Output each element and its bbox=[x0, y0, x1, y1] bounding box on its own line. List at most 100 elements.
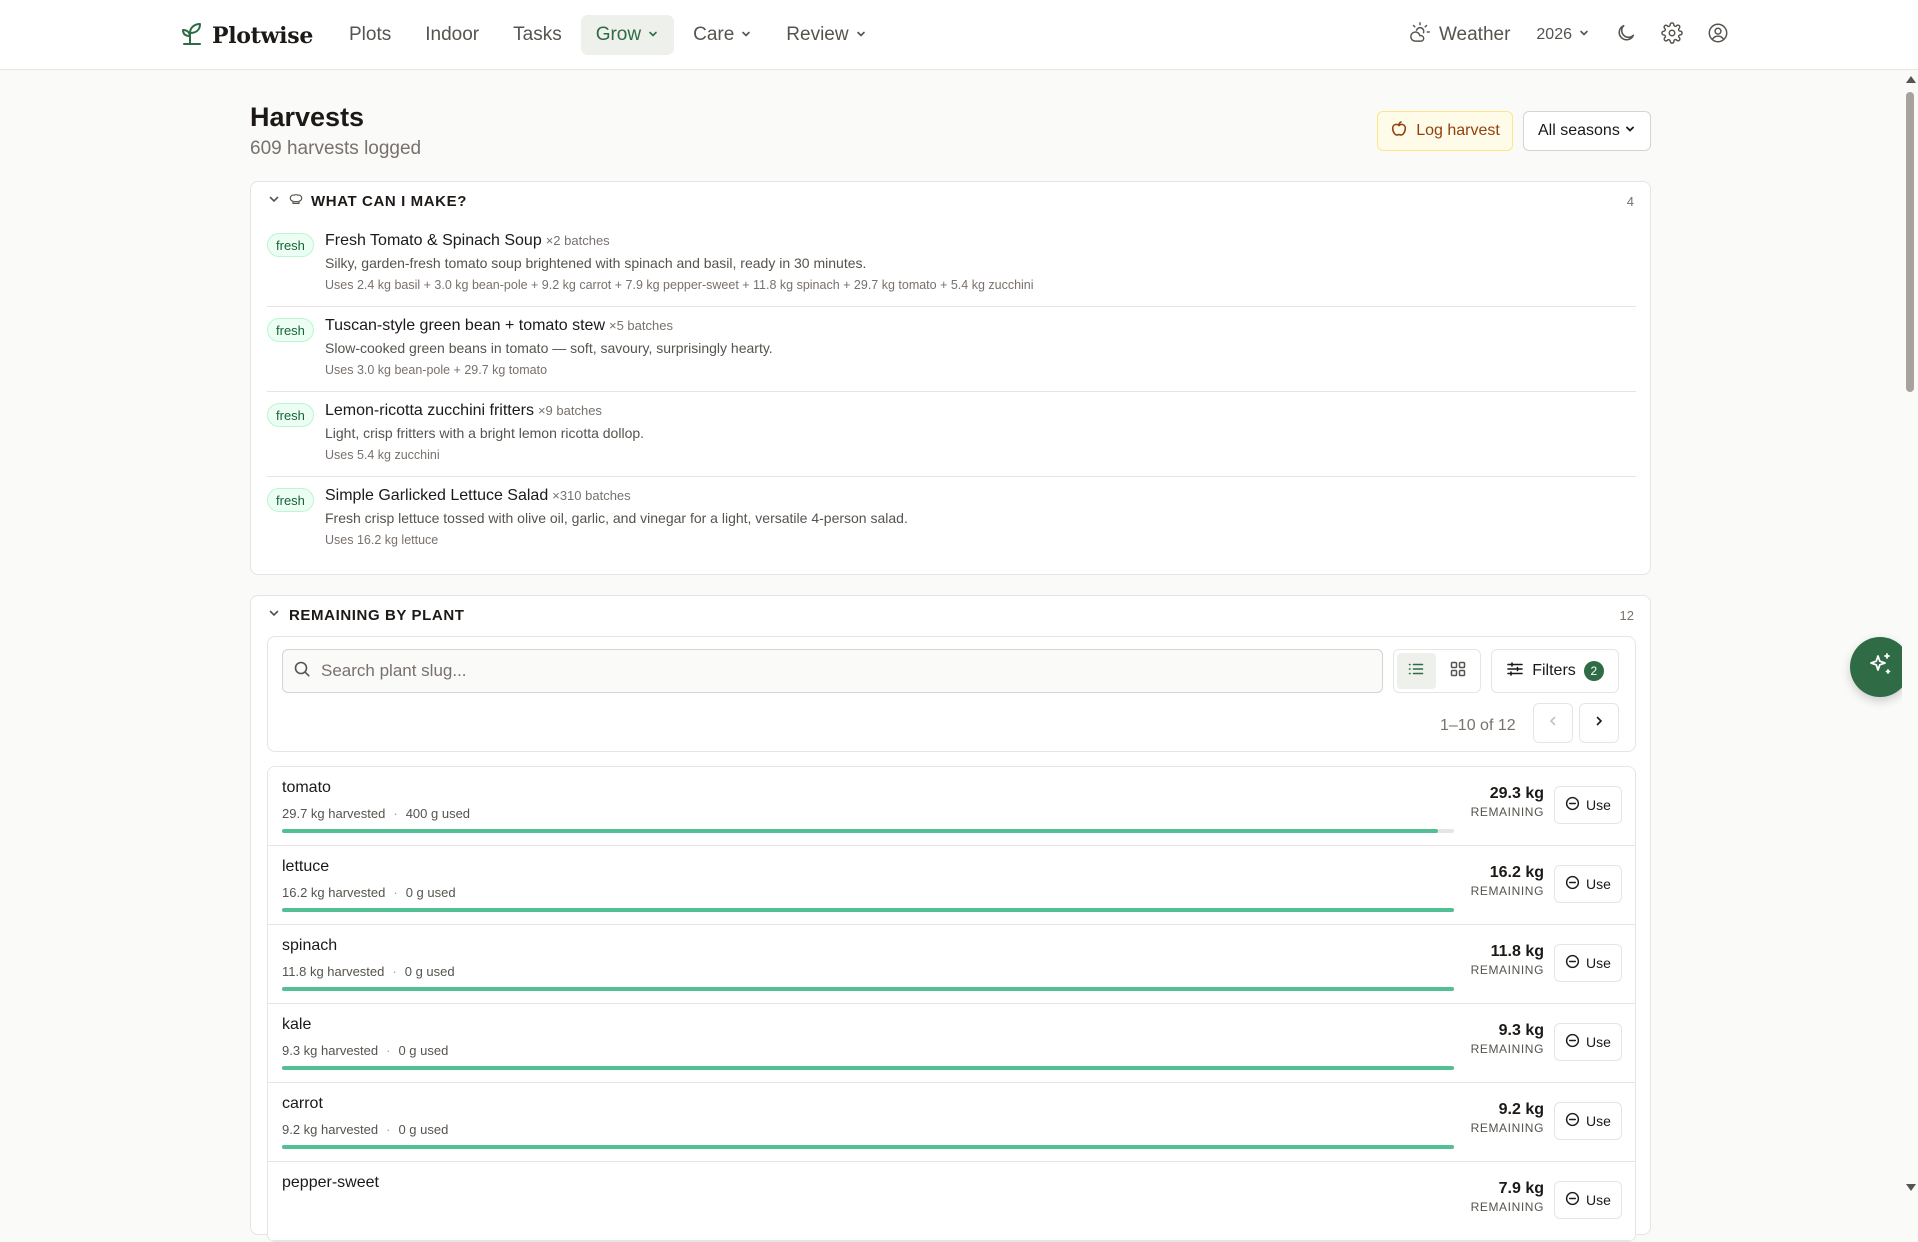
settings-button[interactable] bbox=[1652, 15, 1692, 55]
plant-row[interactable]: kale 9.3 kg harvested · 0 g used 9.3 kg REMAI… bbox=[268, 1004, 1635, 1083]
plant-row[interactable]: pepper-sweet 7.9 kg REMAINING Use bbox=[268, 1162, 1635, 1241]
minus-circle-icon bbox=[1565, 1191, 1580, 1209]
plant-row[interactable]: carrot 9.2 kg harvested · 0 g used 9.2 kg REM… bbox=[268, 1083, 1635, 1162]
used-amount: 0 g used bbox=[405, 885, 456, 900]
list-view-button[interactable] bbox=[1397, 653, 1436, 689]
recipe-item[interactable]: fresh Lemon-ricotta zucchini fritters ×9 … bbox=[267, 392, 1636, 477]
nav-grow[interactable]: Grow bbox=[580, 15, 675, 55]
recipe-name: Tuscan-style green bean + tomato stew bbox=[325, 317, 605, 334]
apple-icon bbox=[1390, 120, 1408, 143]
use-button[interactable]: Use bbox=[1554, 1023, 1622, 1061]
plant-row[interactable]: tomato 29.7 kg harvested · 400 g used 29.3 k… bbox=[268, 767, 1635, 846]
page-scrollbar[interactable] bbox=[1902, 70, 1918, 1198]
nav-right: Weather 2026 bbox=[1399, 15, 1738, 55]
use-button[interactable]: Use bbox=[1554, 865, 1622, 903]
recipe-name: Fresh Tomato & Spinach Soup bbox=[325, 232, 542, 249]
plant-toolbar: Filters 2 1–10 of 12 bbox=[267, 636, 1636, 752]
separator-dot: · bbox=[392, 964, 397, 979]
recipe-item[interactable]: fresh Tuscan-style green bean + tomato s… bbox=[267, 307, 1636, 392]
year-select[interactable]: 2026 bbox=[1526, 15, 1600, 55]
scroll-down-arrow[interactable] bbox=[1906, 1184, 1916, 1191]
nav-care[interactable]: Care bbox=[678, 15, 767, 55]
harvested-amount: 9.2 kg harvested bbox=[282, 1122, 379, 1137]
recipe-batches: ×310 batches bbox=[552, 488, 631, 503]
list-icon bbox=[1407, 660, 1425, 683]
recipe-item[interactable]: fresh Simple Garlicked Lettuce Salad ×310… bbox=[267, 477, 1636, 562]
nav-grow-label: Grow bbox=[595, 24, 642, 45]
brand[interactable]: Plotwise bbox=[180, 20, 313, 51]
remaining-label: REMAINING bbox=[1470, 805, 1544, 819]
remaining-count: 12 bbox=[1619, 608, 1634, 623]
plant-meta: 29.7 kg harvested · 400 g used bbox=[282, 806, 470, 821]
minus-circle-icon bbox=[1565, 1033, 1580, 1051]
remaining-label: REMAINING bbox=[1470, 1200, 1544, 1214]
scroll-thumb[interactable] bbox=[1906, 92, 1914, 392]
grid-icon bbox=[1449, 660, 1467, 683]
recipe-batches: ×9 batches bbox=[537, 403, 602, 418]
nav-review[interactable]: Review bbox=[771, 15, 881, 55]
remaining-card-toggle[interactable]: REMAINING BY PLANT bbox=[267, 606, 465, 625]
weather-label: Weather bbox=[1438, 24, 1511, 45]
weather-button[interactable]: Weather bbox=[1399, 15, 1520, 55]
theme-toggle-button[interactable] bbox=[1606, 15, 1646, 55]
remaining-progress-fill bbox=[282, 987, 1454, 991]
plant-remaining: 11.8 kg REMAINING bbox=[1464, 943, 1544, 977]
separator-dot: · bbox=[393, 885, 398, 900]
use-button[interactable]: Use bbox=[1554, 944, 1622, 982]
app-name: Plotwise bbox=[212, 22, 314, 49]
used-amount: 400 g used bbox=[405, 806, 471, 821]
plant-name: lettuce bbox=[282, 858, 330, 875]
remaining-value: 9.2 kg bbox=[1498, 1101, 1544, 1118]
use-button[interactable]: Use bbox=[1554, 786, 1622, 824]
nav-indoor[interactable]: Indoor bbox=[410, 15, 494, 55]
fresh-badge: fresh bbox=[267, 403, 314, 427]
next-page-button[interactable] bbox=[1579, 703, 1619, 743]
nav-tasks[interactable]: Tasks bbox=[498, 15, 577, 55]
chevron-right-icon bbox=[1592, 714, 1606, 733]
search-input[interactable] bbox=[321, 661, 1361, 681]
plant-row[interactable]: lettuce 16.2 kg harvested · 0 g used 16.2 kg… bbox=[268, 846, 1635, 925]
remaining-label: REMAINING bbox=[1470, 1042, 1544, 1056]
remaining-progress-bar bbox=[282, 829, 1454, 833]
plant-row[interactable]: spinach 11.8 kg harvested · 0 g used 11.8 kg… bbox=[268, 925, 1635, 1004]
filters-button[interactable]: Filters 2 bbox=[1491, 649, 1619, 693]
recipe-list: fresh Fresh Tomato & Spinach Soup ×2 batc… bbox=[267, 222, 1636, 562]
remaining-label: REMAINING bbox=[1470, 884, 1544, 898]
use-button[interactable]: Use bbox=[1554, 1102, 1622, 1140]
leaf-logo-icon bbox=[180, 20, 204, 51]
grid-view-button[interactable] bbox=[1439, 653, 1478, 689]
view-toggle bbox=[1393, 649, 1481, 693]
remaining-progress-bar bbox=[282, 908, 1454, 912]
chef-hat-icon bbox=[289, 192, 303, 211]
use-button[interactable]: Use bbox=[1554, 1181, 1622, 1219]
account-button[interactable] bbox=[1698, 15, 1738, 55]
nav-plots[interactable]: Plots bbox=[334, 15, 406, 55]
sparkles-icon bbox=[1866, 651, 1894, 684]
recipe-item[interactable]: fresh Fresh Tomato & Spinach Soup ×2 batc… bbox=[267, 222, 1636, 307]
recipes-count: 4 bbox=[1626, 194, 1634, 209]
chevron-down-icon bbox=[1624, 122, 1636, 140]
fresh-badge: fresh bbox=[267, 318, 314, 342]
scroll-up-arrow[interactable] bbox=[1906, 76, 1916, 83]
recipes-card-toggle[interactable]: WHAT CAN I MAKE? bbox=[267, 192, 467, 211]
minus-circle-icon bbox=[1565, 1112, 1580, 1130]
recipe-title: Simple Garlicked Lettuce Salad ×310 batch… bbox=[325, 487, 631, 505]
recipe-description: Slow-cooked green beans in tomato — soft… bbox=[325, 340, 773, 356]
minus-circle-icon bbox=[1565, 796, 1580, 814]
nav-indoor-label: Indoor bbox=[425, 24, 480, 45]
use-label: Use bbox=[1586, 1113, 1611, 1129]
recipe-name: Simple Garlicked Lettuce Salad bbox=[325, 487, 549, 504]
season-select[interactable]: All seasons bbox=[1523, 111, 1651, 151]
gear-icon bbox=[1661, 21, 1683, 49]
recipe-uses: Uses 2.4 kg basil + 3.0 kg bean-pole + 9… bbox=[325, 278, 1034, 292]
use-label: Use bbox=[1586, 797, 1611, 813]
chevron-down-icon bbox=[647, 24, 659, 46]
previous-page-button[interactable] bbox=[1533, 703, 1573, 743]
recipe-title: Fresh Tomato & Spinach Soup ×2 batches bbox=[325, 232, 610, 250]
log-harvest-button[interactable]: Log harvest bbox=[1377, 111, 1513, 151]
assistant-button[interactable] bbox=[1850, 637, 1910, 697]
remaining-value: 11.8 kg bbox=[1490, 943, 1544, 960]
plant-meta: 16.2 kg harvested · 0 g used bbox=[282, 885, 456, 900]
recipe-description: Silky, garden-fresh tomato soup brighten… bbox=[325, 255, 867, 271]
search-icon bbox=[293, 660, 311, 683]
